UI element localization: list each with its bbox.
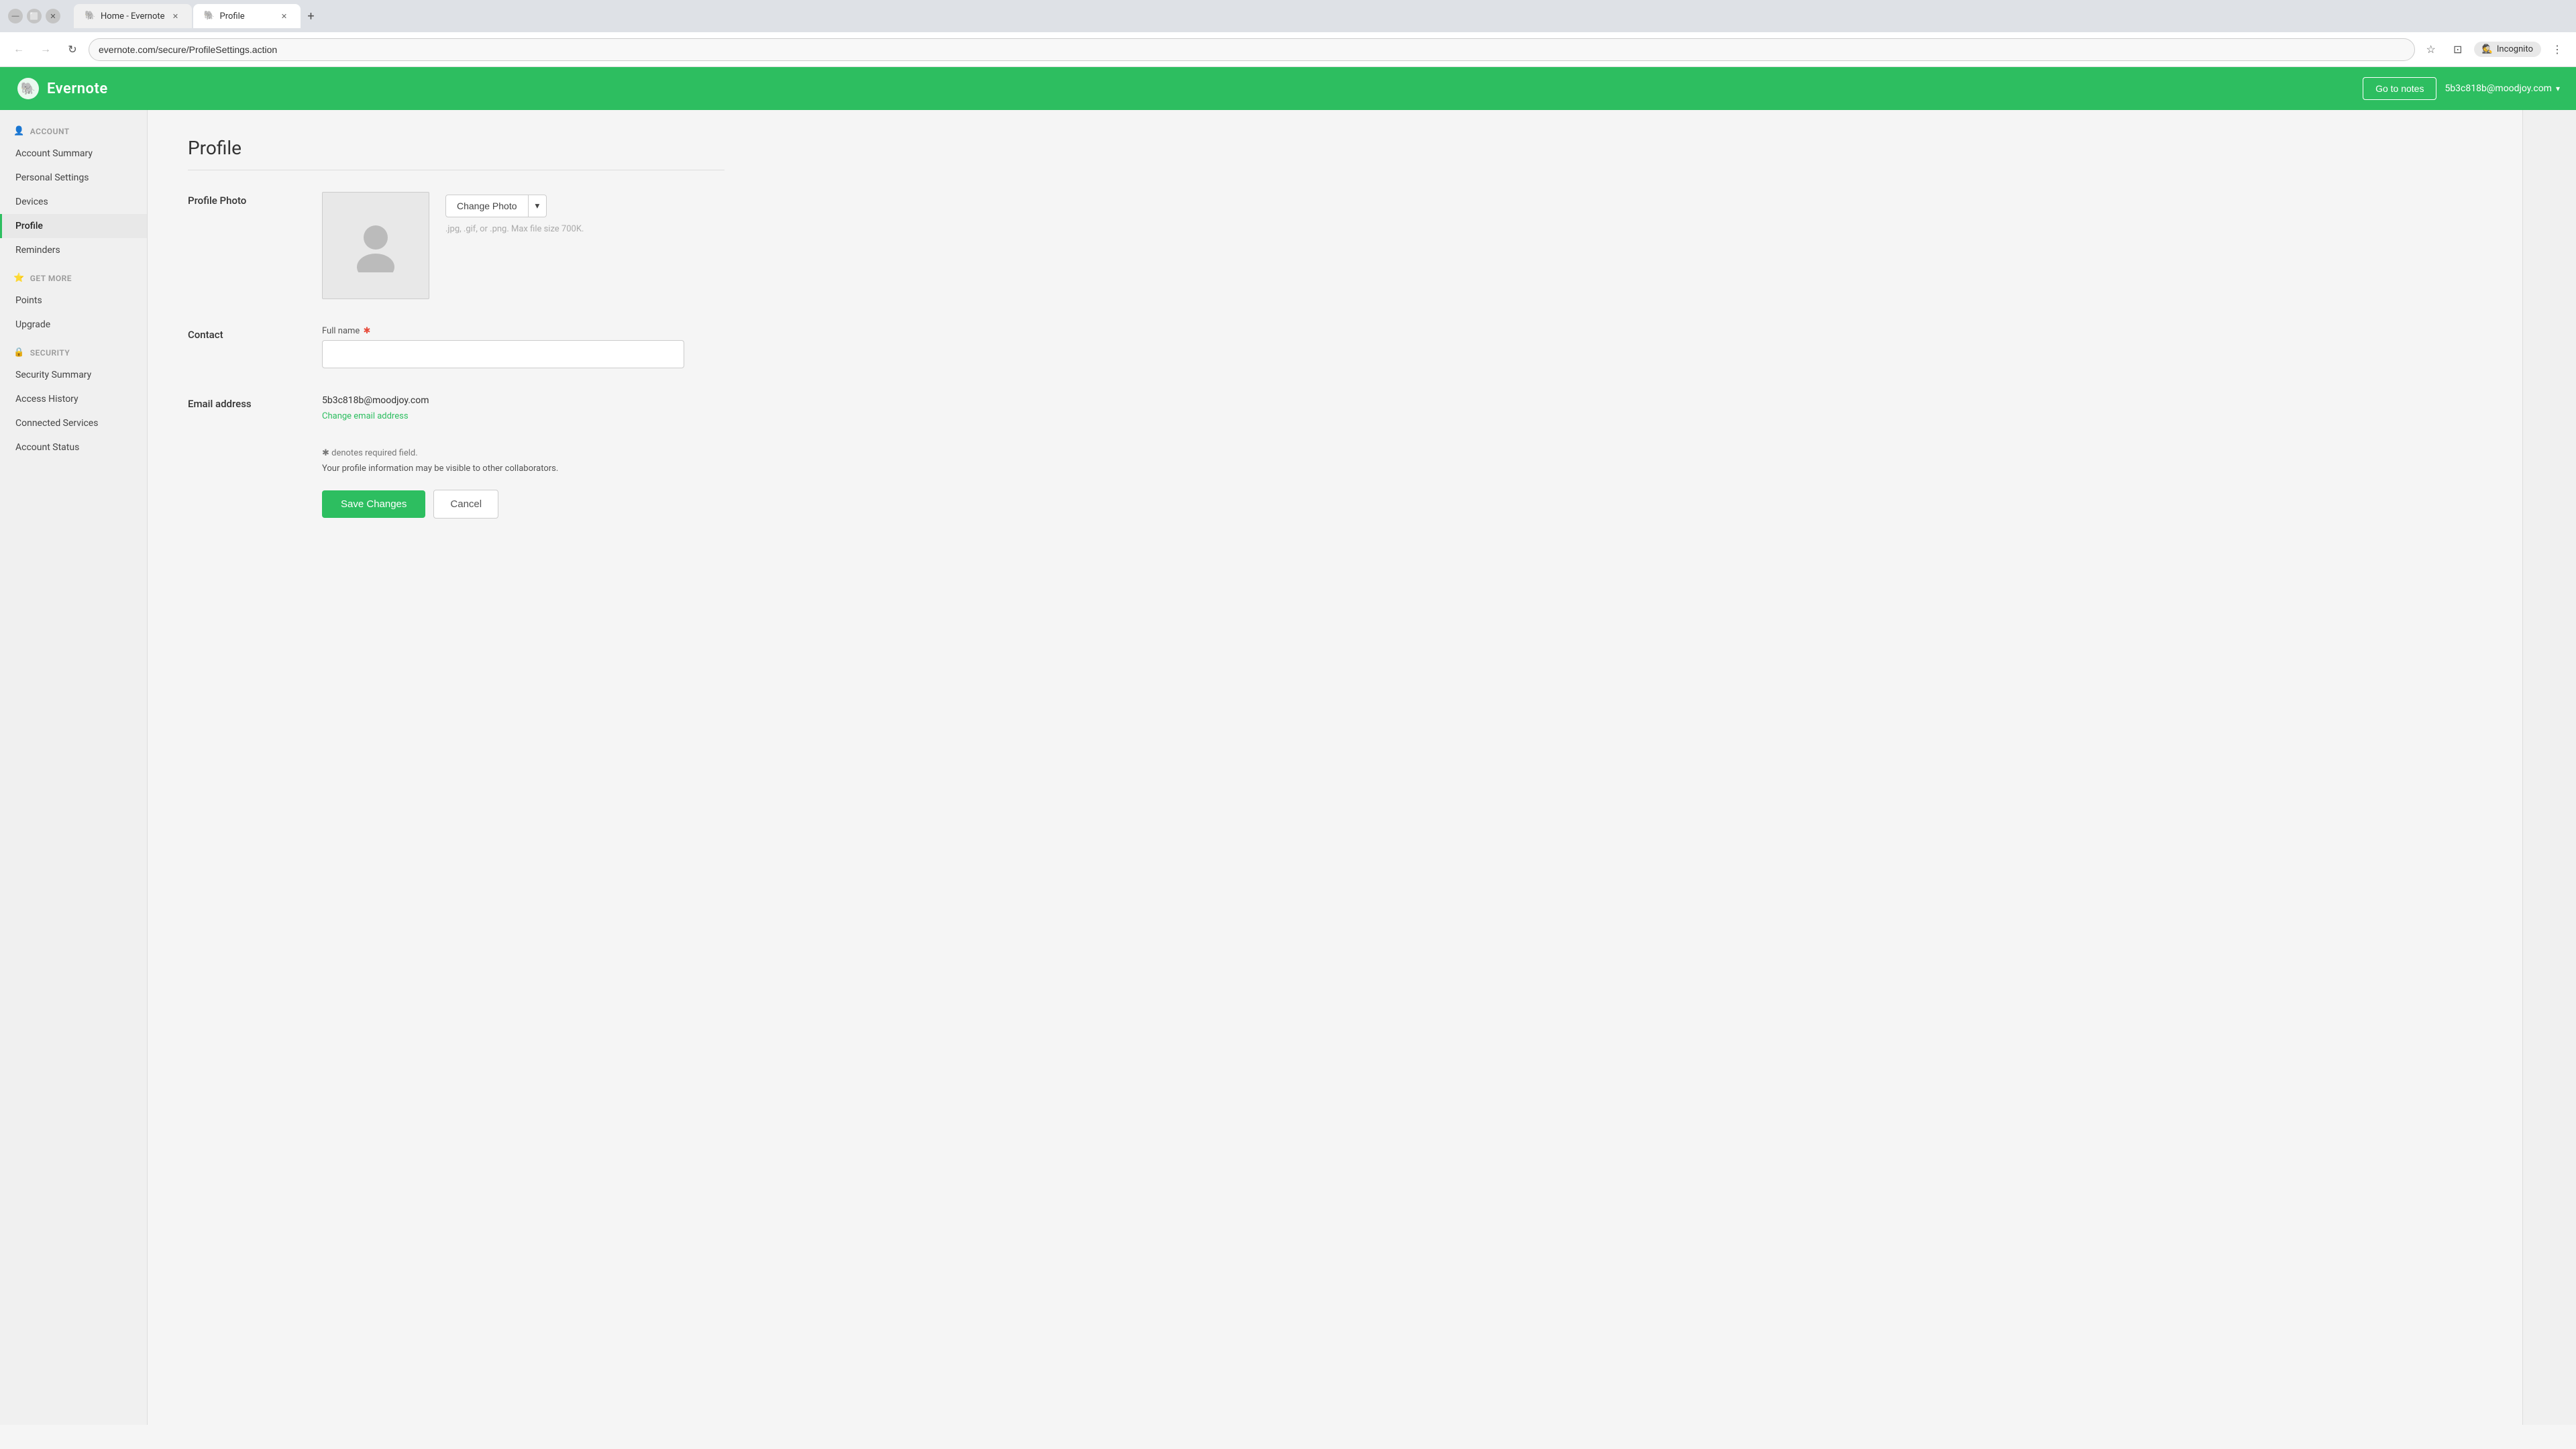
- get-more-icon: ⭐: [13, 273, 25, 283]
- address-bar-input[interactable]: [99, 44, 2405, 55]
- sidebar-section-account: 👤 ACCOUNT Account Summary Personal Setti…: [0, 121, 147, 262]
- visibility-note: Your profile information may be visible …: [322, 464, 724, 474]
- form-buttons: Save Changes Cancel: [322, 490, 724, 519]
- full-name-label: Full name ✱: [322, 326, 724, 336]
- save-changes-button[interactable]: Save Changes: [322, 490, 425, 518]
- incognito-badge[interactable]: 🕵 Incognito: [2474, 42, 2541, 57]
- header-actions: Go to notes 5b3c818b@moodjoy.com ▾: [2363, 77, 2560, 100]
- profile-photo-section: Profile Photo: [188, 192, 724, 299]
- sidebar-section-security: 🔒 SECURITY Security Summary Access Histo…: [0, 342, 147, 460]
- sidebar-section-account-title: 👤 ACCOUNT: [0, 121, 147, 142]
- sidebar: 👤 ACCOUNT Account Summary Personal Setti…: [0, 110, 148, 1425]
- split-view-button[interactable]: ⊡: [2447, 39, 2469, 60]
- profile-photo-label-col: Profile Photo: [188, 192, 322, 299]
- address-bar[interactable]: [89, 38, 2415, 61]
- tab-profile-favicon: 🐘: [204, 11, 215, 21]
- sidebar-item-account-summary[interactable]: Account Summary: [0, 142, 147, 166]
- change-email-link[interactable]: Change email address: [322, 411, 409, 421]
- email-label-col: Email address: [188, 395, 322, 421]
- photo-placeholder: [322, 192, 429, 299]
- browser-toolbar: ← → ↻ ☆ ⊡ 🕵 Incognito ⋮: [0, 32, 2576, 67]
- app-header: 🐘 Evernote Go to notes 5b3c818b@moodjoy.…: [0, 67, 2576, 110]
- contact-section: Contact Full name ✱: [188, 326, 724, 368]
- profile-photo-content: Change Photo ▾ .jpg, .gif, or .png. Max …: [322, 192, 724, 299]
- forward-button[interactable]: →: [35, 39, 56, 60]
- page-title: Profile: [188, 137, 724, 159]
- cancel-button[interactable]: Cancel: [433, 490, 498, 519]
- evernote-logo-icon: 🐘: [16, 76, 40, 101]
- svg-text:🐘: 🐘: [21, 82, 36, 96]
- sidebar-item-upgrade[interactable]: Upgrade: [0, 313, 147, 337]
- person-icon: [352, 219, 399, 272]
- sidebar-section-get-more: ⭐ GET MORE Points Upgrade: [0, 268, 147, 337]
- menu-button[interactable]: ⋮: [2546, 39, 2568, 60]
- back-button[interactable]: ←: [8, 39, 30, 60]
- profile-photo-label: Profile Photo: [188, 192, 322, 207]
- change-photo-main-button[interactable]: Change Photo: [445, 195, 529, 217]
- tab-home-close[interactable]: ✕: [170, 11, 181, 21]
- email-section: Email address 5b3c818b@moodjoy.com Chang…: [188, 395, 724, 421]
- contact-label: Contact: [188, 326, 322, 341]
- app-wrapper: 🐘 Evernote Go to notes 5b3c818b@moodjoy.…: [0, 67, 2576, 1425]
- content-area: Profile Profile Photo: [148, 110, 2522, 1425]
- email-label: Email address: [188, 395, 322, 410]
- required-star: ✱: [364, 326, 371, 336]
- email-content: 5b3c818b@moodjoy.com Change email addres…: [322, 395, 724, 421]
- reload-button[interactable]: ↻: [62, 39, 83, 60]
- sidebar-item-reminders[interactable]: Reminders: [0, 238, 147, 262]
- contact-label-col: Contact: [188, 326, 322, 368]
- right-panel: [2522, 110, 2576, 1425]
- tab-profile[interactable]: 🐘 Profile ✕: [193, 4, 301, 28]
- security-icon: 🔒: [13, 347, 25, 358]
- content-inner: Profile Profile Photo: [188, 137, 724, 519]
- user-menu[interactable]: 5b3c818b@moodjoy.com ▾: [2445, 83, 2560, 94]
- sidebar-item-personal-settings[interactable]: Personal Settings: [0, 166, 147, 190]
- tab-profile-label: Profile: [220, 11, 245, 21]
- full-name-input[interactable]: [322, 340, 684, 368]
- sidebar-section-get-more-title: ⭐ GET MORE: [0, 268, 147, 288]
- maximize-button[interactable]: ⬜: [27, 9, 42, 23]
- tab-home-label: Home - Evernote: [101, 11, 165, 21]
- bookmark-button[interactable]: ☆: [2420, 39, 2442, 60]
- required-note: ✱ denotes required field.: [322, 448, 724, 458]
- app-logo-text: Evernote: [47, 80, 108, 97]
- window-controls: — ⬜ ✕: [8, 9, 60, 23]
- change-photo-dropdown-button[interactable]: ▾: [529, 195, 547, 217]
- sidebar-item-devices[interactable]: Devices: [0, 190, 147, 214]
- go-to-notes-button[interactable]: Go to notes: [2363, 77, 2436, 100]
- sidebar-item-connected-services[interactable]: Connected Services: [0, 411, 147, 435]
- email-value: 5b3c818b@moodjoy.com: [322, 395, 724, 406]
- new-tab-button[interactable]: +: [302, 7, 321, 25]
- tab-profile-close[interactable]: ✕: [279, 11, 290, 21]
- sidebar-item-profile[interactable]: Profile: [0, 214, 147, 238]
- sidebar-section-security-title: 🔒 SECURITY: [0, 342, 147, 363]
- sidebar-item-account-status[interactable]: Account Status: [0, 435, 147, 460]
- account-icon: 👤: [13, 126, 25, 136]
- close-button[interactable]: ✕: [46, 9, 60, 23]
- browser-titlebar: — ⬜ ✕ 🐘 Home - Evernote ✕ 🐘 Profile ✕ +: [0, 0, 2576, 32]
- dropdown-arrow-icon: ▾: [535, 201, 540, 211]
- browser-chrome: — ⬜ ✕ 🐘 Home - Evernote ✕ 🐘 Profile ✕ +: [0, 0, 2576, 67]
- toolbar-actions: ☆ ⊡ 🕵 Incognito ⋮: [2420, 39, 2568, 60]
- photo-row: Change Photo ▾ .jpg, .gif, or .png. Max …: [322, 192, 724, 299]
- browser-tabs: 🐘 Home - Evernote ✕ 🐘 Profile ✕ +: [66, 4, 2568, 28]
- minimize-button[interactable]: —: [8, 9, 23, 23]
- sidebar-item-security-summary[interactable]: Security Summary: [0, 363, 147, 387]
- main-layout: 👤 ACCOUNT Account Summary Personal Setti…: [0, 110, 2576, 1425]
- form-footer: ✱ denotes required field. Your profile i…: [188, 448, 724, 519]
- user-email-label: 5b3c818b@moodjoy.com: [2445, 83, 2552, 94]
- sidebar-item-access-history[interactable]: Access History: [0, 387, 147, 411]
- incognito-icon: 🕵: [2482, 44, 2493, 54]
- photo-actions: Change Photo ▾ .jpg, .gif, or .png. Max …: [445, 192, 584, 234]
- tab-home-favicon: 🐘: [85, 11, 95, 21]
- contact-content: Full name ✱: [322, 326, 724, 368]
- tab-home[interactable]: 🐘 Home - Evernote ✕: [74, 4, 192, 28]
- user-menu-arrow: ▾: [2556, 84, 2560, 93]
- app-logo[interactable]: 🐘 Evernote: [16, 76, 108, 101]
- incognito-label: Incognito: [2497, 44, 2533, 54]
- change-photo-button-group: Change Photo ▾: [445, 195, 584, 217]
- sidebar-item-points[interactable]: Points: [0, 288, 147, 313]
- photo-hint: .jpg, .gif, or .png. Max file size 700K.: [445, 224, 584, 234]
